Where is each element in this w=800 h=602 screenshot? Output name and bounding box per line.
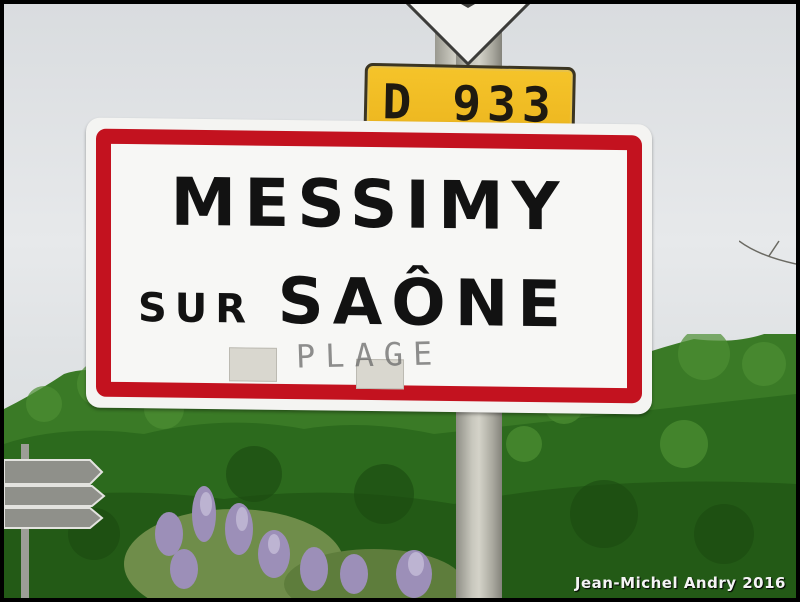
graffiti-text: PLAGE — [295, 334, 443, 376]
town-name-river: SAÔNE — [277, 264, 570, 343]
sticker-patch — [229, 347, 277, 382]
town-name-line1: MESSIMY — [170, 163, 568, 246]
yield-sign — [405, 4, 531, 66]
wisteria-bush — [124, 486, 464, 598]
photographer-watermark: Jean-Michel Andry 2016 — [574, 574, 786, 592]
photo: D 933 MESSIMY SUR SAÔNE PLAGE Jean-Miche… — [4, 4, 796, 598]
town-name-line2: SUR SAÔNE — [138, 263, 570, 343]
town-name-prefix: SUR — [138, 285, 255, 333]
direction-signs — [4, 459, 106, 529]
photo-frame: D 933 MESSIMY SUR SAÔNE PLAGE Jean-Miche… — [0, 0, 800, 602]
town-entry-sign: MESSIMY SUR SAÔNE PLAGE — [86, 117, 652, 415]
bare-branch — [739, 240, 796, 265]
